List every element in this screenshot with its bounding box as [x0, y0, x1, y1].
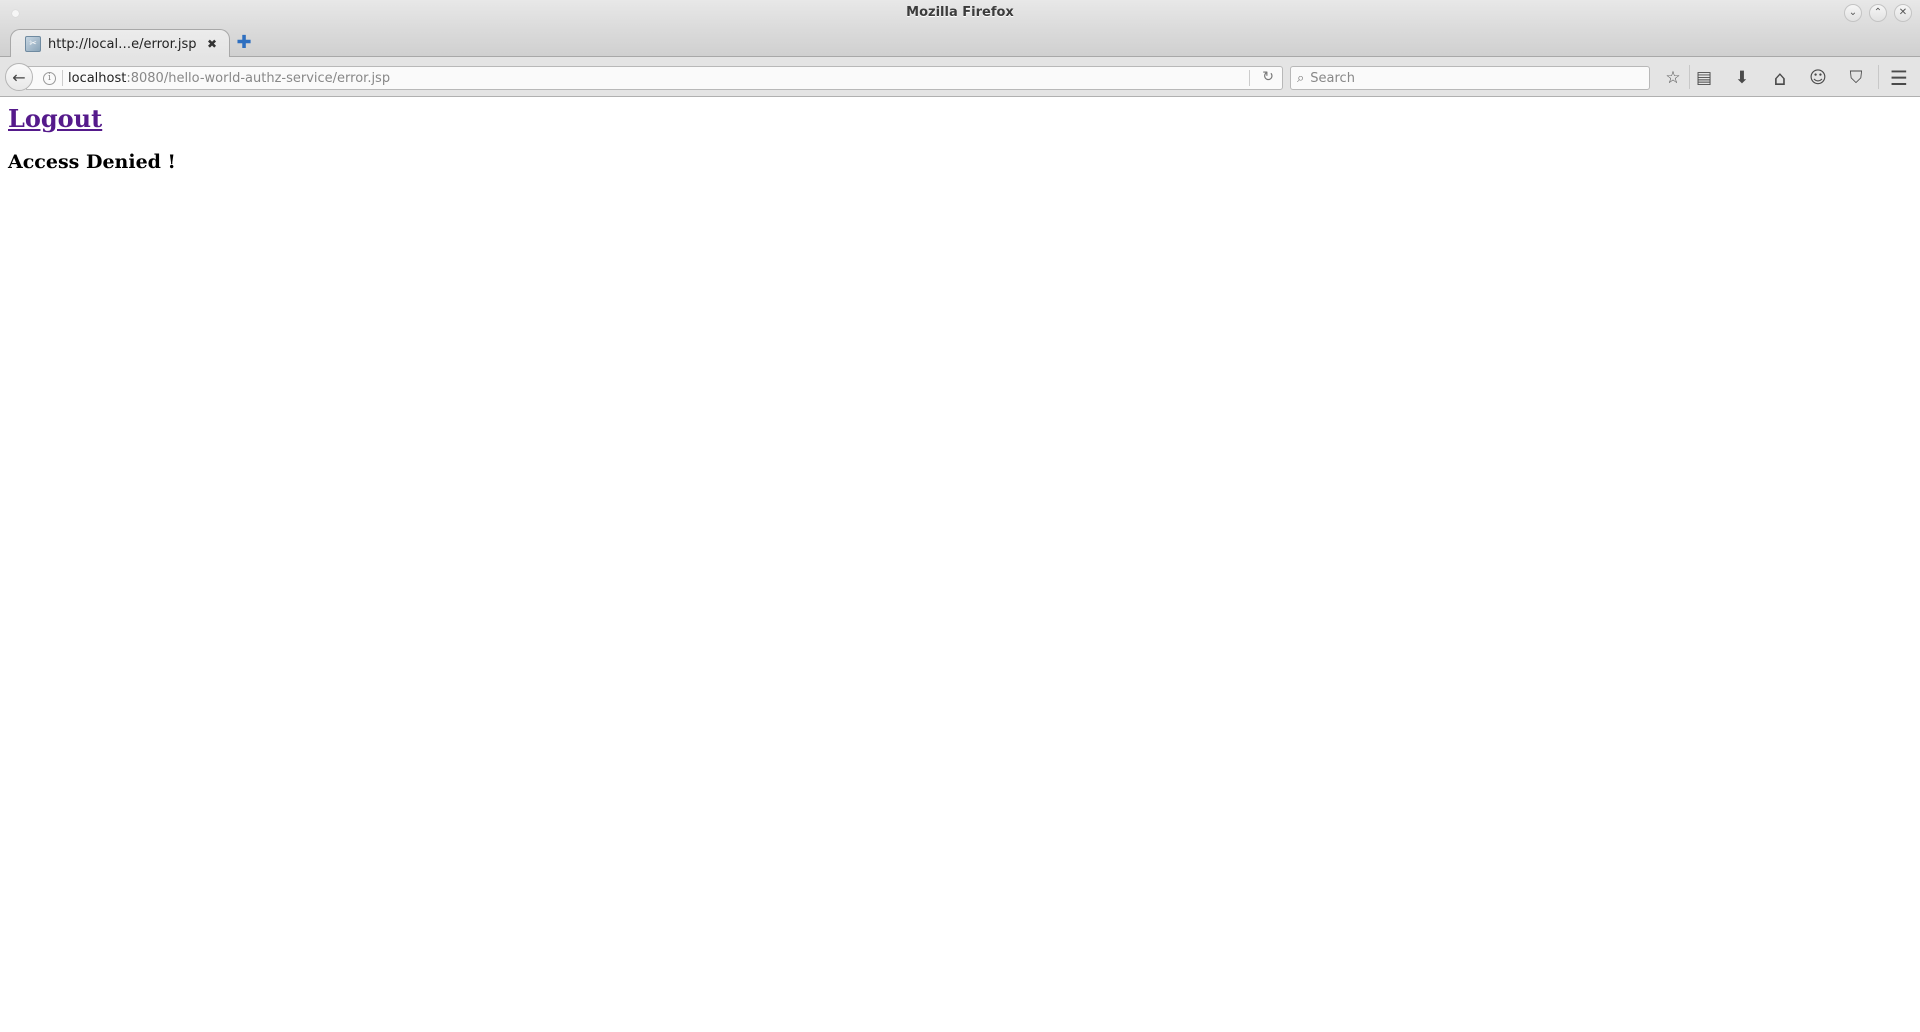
tab-title: http://local…e/error.jsp	[48, 36, 197, 52]
access-denied-message: Access Denied !	[8, 151, 176, 173]
hello-chat-icon[interactable]: ☺	[1806, 66, 1830, 90]
tab-close-icon[interactable]: ✖	[207, 37, 217, 51]
tab-error-page[interactable]: ✂ http://local…e/error.jsp ✖	[10, 29, 230, 58]
tab-strip: ✂ http://local…e/error.jsp ✖ ✚	[0, 26, 1920, 58]
url-path: :8080/hello-world-authz-service/error.js…	[126, 70, 391, 86]
logout-link[interactable]: Logout	[8, 104, 102, 133]
site-info-icon[interactable]: i	[43, 71, 56, 85]
menu-icon[interactable]: ☰	[1887, 66, 1911, 90]
search-input[interactable]	[1310, 70, 1649, 86]
maximize-button[interactable]: ⌃	[1869, 4, 1887, 22]
reload-icon[interactable]: ↻	[1262, 69, 1274, 85]
close-window-button[interactable]: ✕	[1894, 4, 1912, 22]
minimize-button[interactable]: ⌄	[1844, 4, 1862, 22]
download-icon[interactable]: ⬇	[1730, 66, 1754, 90]
url-bar[interactable]: i localhost:8080/hello-world-authz-servi…	[26, 66, 1283, 90]
window-title: Mozilla Firefox	[906, 5, 1014, 20]
back-arrow-icon: ←	[12, 67, 26, 87]
navigation-toolbar: ← i localhost:8080/hello-world-authz-ser…	[0, 57, 1920, 97]
search-icon: ⌕	[1297, 70, 1305, 86]
url-text[interactable]: localhost:8080/hello-world-authz-service…	[68, 71, 390, 86]
toolbar-divider	[1878, 65, 1879, 89]
plus-icon: ✚	[236, 31, 252, 53]
back-button[interactable]: ←	[5, 63, 33, 91]
bookmark-star-icon[interactable]: ☆	[1661, 66, 1685, 90]
pocket-icon[interactable]: ⛉	[1844, 66, 1868, 90]
page-content: Logout Access Denied !	[0, 98, 1920, 1032]
reading-list-icon[interactable]: ▤	[1692, 66, 1716, 90]
toolbar-divider	[1689, 65, 1690, 89]
reload-divider	[1249, 70, 1250, 86]
home-icon[interactable]: ⌂	[1768, 66, 1792, 90]
window-controls: ⌄ ⌃ ✕	[1844, 4, 1912, 22]
url-host: localhost	[68, 70, 127, 86]
new-tab-button[interactable]: ✚	[235, 31, 253, 53]
broken-page-icon: ✂	[25, 36, 41, 52]
url-divider	[62, 70, 63, 86]
window-titlebar: Mozilla Firefox ⌄ ⌃ ✕	[0, 0, 1920, 26]
search-bar[interactable]: ⌕	[1290, 66, 1650, 90]
